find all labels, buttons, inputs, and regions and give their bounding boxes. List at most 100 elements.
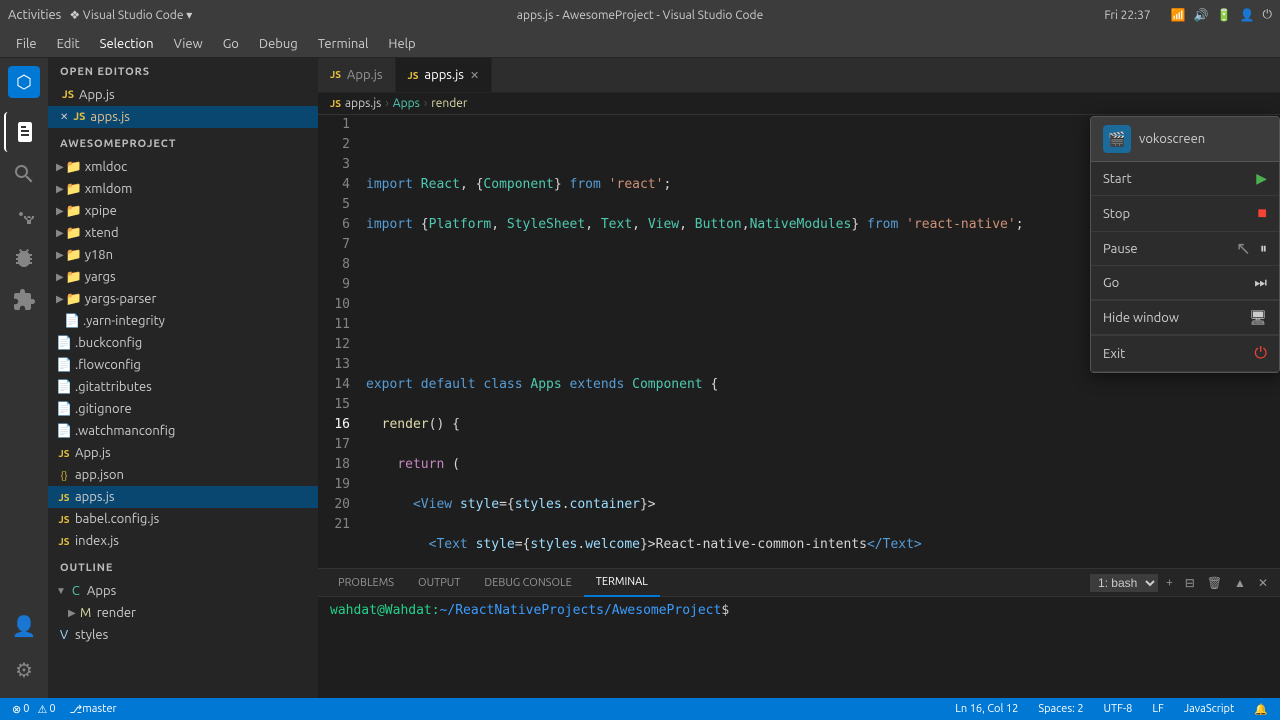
tree-xmldoc[interactable]: ▶ 📁 xmldoc bbox=[48, 156, 318, 178]
terminal-split-button[interactable]: ⊟ bbox=[1181, 574, 1199, 592]
vokoscreen-start-item[interactable]: Start ▶ bbox=[1091, 162, 1279, 196]
power-icon[interactable]: ⏻ bbox=[1263, 8, 1273, 22]
outline-tree: ▼ C Apps ▶ M render V styles bbox=[48, 578, 318, 648]
tab-terminal[interactable]: TERMINAL bbox=[584, 569, 660, 597]
js-icon: JS bbox=[56, 448, 72, 459]
status-line-col[interactable]: Ln 16, Col 12 bbox=[951, 698, 1022, 720]
breadcrumb-file[interactable]: apps.js bbox=[345, 97, 382, 110]
status-errors[interactable]: ⊗ 0 ⚠ 0 bbox=[8, 698, 60, 720]
file-icon-3: 📄 bbox=[56, 358, 72, 373]
statusbar-left: ⊗ 0 ⚠ 0 ⎇ master bbox=[8, 698, 121, 720]
vokoscreen-pause-item[interactable]: Pause ⏸ ↖ bbox=[1091, 232, 1279, 266]
tab-appjs[interactable]: JS App.js bbox=[318, 58, 396, 92]
tab-js-icon: JS bbox=[330, 69, 341, 80]
tree-gitignore[interactable]: 📄 .gitignore bbox=[48, 398, 318, 420]
status-encoding[interactable]: UTF-8 bbox=[1100, 698, 1137, 720]
tree-gitattributes[interactable]: 📄 .gitattributes bbox=[48, 376, 318, 398]
breadcrumb-class[interactable]: Apps bbox=[393, 97, 420, 110]
status-notification-icon[interactable]: 🔔 bbox=[1250, 698, 1272, 720]
breadcrumb-sep2: › bbox=[424, 97, 427, 110]
status-line-ending[interactable]: LF bbox=[1148, 698, 1167, 720]
menu-debug[interactable]: Debug bbox=[251, 35, 306, 53]
open-file-appjs[interactable]: JS App.js bbox=[48, 84, 318, 106]
activity-icon-extensions[interactable] bbox=[4, 280, 44, 320]
vokoscreen-go-item[interactable]: Go ⏭ bbox=[1091, 266, 1279, 300]
activity-icon-git[interactable] bbox=[4, 196, 44, 236]
status-language[interactable]: JavaScript bbox=[1180, 698, 1239, 720]
close-icon[interactable]: ✕ bbox=[60, 111, 68, 123]
activity-icon-explorer[interactable] bbox=[4, 112, 44, 152]
tree-y18n[interactable]: ▶ 📁 y18n bbox=[48, 244, 318, 266]
statusbar: ⊗ 0 ⚠ 0 ⎇ master Ln 16, Col 12 Spaces: 2… bbox=[0, 698, 1280, 720]
tree-yargs[interactable]: ▶ 📁 yargs bbox=[48, 266, 318, 288]
tree-flowconfig[interactable]: 📄 .flowconfig bbox=[48, 354, 318, 376]
menu-file[interactable]: File bbox=[8, 35, 45, 53]
menu-edit[interactable]: Edit bbox=[49, 35, 88, 53]
menu-go[interactable]: Go bbox=[215, 35, 247, 53]
js-icon-2: JS bbox=[56, 492, 72, 503]
tree-yarn-integrity[interactable]: 📄 .yarn-integrity bbox=[48, 310, 318, 332]
terminal-close-button[interactable]: ✕ bbox=[1254, 574, 1272, 592]
file-icon-4: 📄 bbox=[56, 380, 72, 395]
terminal-content[interactable]: wahdat@Wahdat:~/ReactNativeProjects/Awes… bbox=[318, 597, 1280, 698]
tab-js-icon-2: JS bbox=[408, 70, 419, 81]
terminal-instance-select[interactable]: 1: bash bbox=[1090, 574, 1158, 592]
vokoscreen-stop-item[interactable]: Stop ■ bbox=[1091, 196, 1279, 232]
vokoscreen-exit-item[interactable]: Exit ⏻ bbox=[1091, 336, 1279, 372]
tab-close-button[interactable]: ✕ bbox=[470, 69, 479, 82]
tree-indexjs[interactable]: JS index.js bbox=[48, 530, 318, 552]
terminal-add-button[interactable]: + bbox=[1162, 574, 1177, 591]
tree-appjson[interactable]: {} app.json bbox=[48, 464, 318, 486]
tree-appjs[interactable]: JS App.js bbox=[48, 442, 318, 464]
network-icon: 📶 bbox=[1171, 8, 1186, 22]
activity-icon-logo: ⬡ bbox=[4, 62, 44, 102]
project-title: AWESOMEPROJECT bbox=[48, 130, 318, 154]
terminal-prompt: wahdat@Wahdat: bbox=[330, 603, 440, 618]
tree-yargs-parser[interactable]: ▶ 📁 yargs-parser bbox=[48, 288, 318, 310]
tree-xtend[interactable]: ▶ 📁 xtend bbox=[48, 222, 318, 244]
menu-selection[interactable]: Selection bbox=[92, 35, 162, 53]
vokoscreen-start-label: Start bbox=[1103, 172, 1248, 186]
open-file-appsjs-label: apps.js bbox=[90, 110, 130, 124]
activity-icon-debug[interactable] bbox=[4, 238, 44, 278]
outline-render[interactable]: ▶ M render bbox=[48, 602, 318, 624]
vscode-brand: ❖ Visual Studio Code ▾ bbox=[69, 8, 192, 22]
folder-icon-6: 📁 bbox=[66, 270, 82, 285]
tab-problems[interactable]: PROBLEMS bbox=[326, 569, 406, 597]
tree-xmldom[interactable]: ▶ 📁 xmldom bbox=[48, 178, 318, 200]
terminal-path: ~/ReactNativeProjects/AwesomeProject bbox=[440, 603, 722, 618]
status-spaces[interactable]: Spaces: 2 bbox=[1034, 698, 1087, 720]
go-icon: ⏭ bbox=[1254, 274, 1267, 291]
status-branch[interactable]: ⎇ master bbox=[66, 698, 121, 720]
open-file-appsjs[interactable]: ✕ JS apps.js bbox=[48, 106, 318, 128]
tree-appsjs[interactable]: JS apps.js bbox=[48, 486, 318, 508]
activity-icon-account[interactable]: 👤 bbox=[4, 606, 44, 646]
vokoscreen-hide-item[interactable]: Hide window 🖥 bbox=[1091, 301, 1279, 335]
terminal-tabs: PROBLEMS OUTPUT DEBUG CONSOLE TERMINAL 1… bbox=[318, 569, 1280, 597]
vokoscreen-panel: 🎬 vokoscreen Start ▶ Stop ■ Pause ⏸ ↖ Go… bbox=[1090, 116, 1280, 373]
tab-output[interactable]: OUTPUT bbox=[406, 569, 472, 597]
tree-buckconfig[interactable]: 📄 .buckconfig bbox=[48, 332, 318, 354]
open-editors-list: JS App.js ✕ JS apps.js bbox=[48, 82, 318, 130]
activity-icon-settings[interactable]: ⚙ bbox=[4, 650, 44, 690]
play-icon: ▶ bbox=[1256, 170, 1267, 187]
terminal-trash-button[interactable]: 🗑 bbox=[1203, 574, 1226, 592]
activities-label[interactable]: Activities bbox=[8, 8, 61, 22]
activity-icon-search[interactable] bbox=[4, 154, 44, 194]
breadcrumb-sep1: › bbox=[385, 97, 388, 110]
menu-view[interactable]: View bbox=[166, 35, 211, 53]
outline-apps[interactable]: ▼ C Apps bbox=[48, 580, 318, 602]
vokoscreen-header: 🎬 vokoscreen bbox=[1091, 117, 1279, 162]
tab-appsjs[interactable]: JS apps.js ✕ bbox=[396, 58, 493, 92]
menu-terminal[interactable]: Terminal bbox=[310, 35, 377, 53]
terminal-maximize-button[interactable]: ▲ bbox=[1230, 574, 1250, 592]
outline-styles[interactable]: V styles bbox=[48, 624, 318, 646]
tree-babelconfig[interactable]: JS babel.config.js bbox=[48, 508, 318, 530]
file-icon-5: 📄 bbox=[56, 402, 72, 417]
tab-debug-console[interactable]: DEBUG CONSOLE bbox=[472, 569, 583, 597]
tree-watchmanconfig[interactable]: 📄 .watchmanconfig bbox=[48, 420, 318, 442]
breadcrumb-method[interactable]: render bbox=[431, 97, 467, 110]
tree-xpipe[interactable]: ▶ 📁 xpipe bbox=[48, 200, 318, 222]
menu-help[interactable]: Help bbox=[380, 35, 423, 53]
js-file-icon-2: JS bbox=[71, 111, 87, 123]
